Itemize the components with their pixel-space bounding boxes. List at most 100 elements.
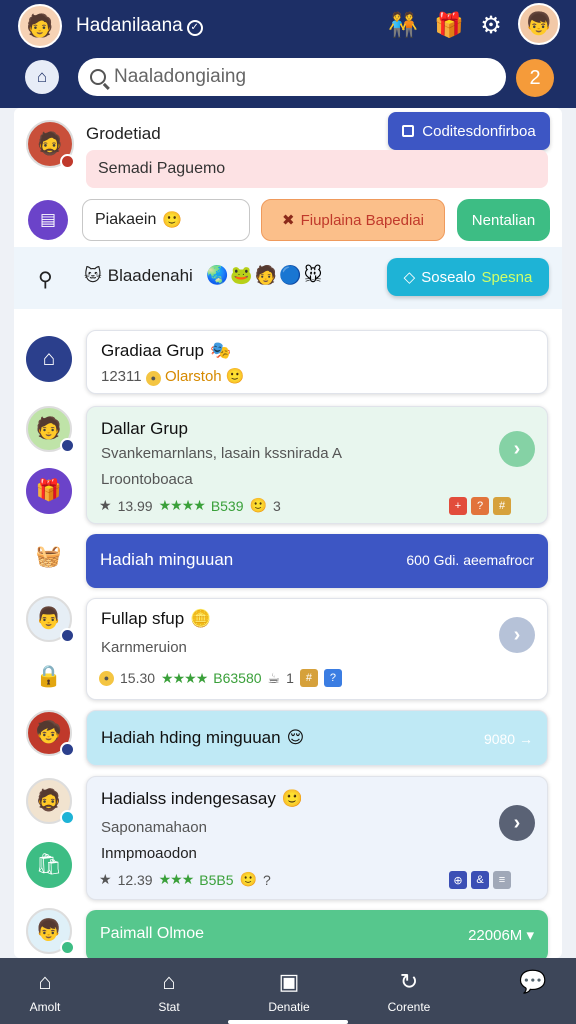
notification-badge[interactable]: 2: [516, 59, 554, 97]
coin-icon: 🪙: [190, 609, 212, 628]
coffee-icon: ☕: [267, 669, 281, 686]
coin-icon: 🙂: [249, 497, 267, 513]
stat-row: ★ 13.99 ★★★★ B539 🙂 3: [99, 497, 281, 514]
group-card[interactable]: Dallar Grup Svankemarnlans, lasain kssni…: [86, 406, 548, 524]
gift-box-icon[interactable]: 🎁: [26, 468, 72, 514]
profile-action-button[interactable]: Coditesdonfirboa: [388, 112, 550, 150]
reward-banner[interactable]: Paimall Olmoe 22006M ▾: [86, 910, 548, 958]
home-icon[interactable]: ⌂: [25, 60, 59, 94]
member-avatar[interactable]: 🧒: [26, 710, 75, 757]
weekly-reward-banner[interactable]: Hadiah minguuan 600 Gdi. aeemafrocr: [86, 534, 548, 588]
card-desc2: Lroontoboaca: [101, 471, 193, 488]
card-desc2: Inmpmoaodon: [101, 845, 197, 862]
smile-icon: 🙂: [225, 368, 245, 385]
top-bar: 🧑 Hadanilaana✓ 🧑‍🤝‍🧑 🎁 ⚙ 👦 ⌂ 2: [0, 0, 576, 108]
card-desc: Karnmeruion: [101, 639, 187, 656]
chip-label: Nentalian: [471, 211, 536, 229]
stat-row: ★ 12.39 ★★★ B5B5 🙂 ?: [99, 871, 271, 888]
status-bar[interactable]: Semadi Paguemo: [86, 150, 548, 188]
search-input[interactable]: [114, 66, 474, 88]
bag-icon[interactable]: 🛍: [26, 842, 72, 888]
grid-icon: ▣: [278, 969, 300, 994]
gear-icon[interactable]: ⚙: [474, 8, 508, 42]
smile-icon: 🙂: [281, 789, 304, 808]
chip-green[interactable]: Nentalian: [457, 199, 550, 241]
member-avatar[interactable]: 🧑: [26, 406, 75, 453]
nav-home[interactable]: ⌂ Amolt: [0, 968, 90, 1014]
home-icon: ⌂: [38, 969, 52, 994]
refresh-icon: ↻: [399, 969, 419, 994]
profile-avatar[interactable]: 👦: [518, 3, 560, 45]
profile-name: Grodetiad: [86, 124, 161, 143]
chevron-right-icon[interactable]: ›: [499, 617, 535, 653]
friend-avatars[interactable]: 🌏🐸🧑🔵🐭: [206, 265, 324, 286]
status-dot: [60, 438, 75, 453]
card-title: Hadialss indengesasay 🙂: [101, 789, 304, 808]
status-dot: [60, 810, 75, 825]
rating-stars: ★★★★: [161, 669, 208, 686]
profile-action-label: Coditesdonfirboa: [422, 122, 536, 140]
coin-icon: ●: [145, 370, 161, 386]
button-highlight: Spesna: [481, 268, 533, 286]
chip-label: Fiuplaina Bapediai: [300, 211, 424, 229]
weekly-reward-banner[interactable]: Hadiah hding minguuan 😌 9080 →: [86, 710, 548, 766]
card-title: Hadiah hding minguuan 😌: [101, 728, 305, 747]
member-avatar[interactable]: 👨: [26, 596, 75, 643]
friends-band: ⚲ 🐱 Blaadenahi 🌏🐸🧑🔵🐭 ◇ Sosealo Spesna: [14, 247, 562, 309]
nav-denatie[interactable]: ▣ Denatie: [244, 968, 334, 1014]
card-desc: Svankemarnlans, lasain kssnirada A: [101, 445, 342, 462]
lock-icon[interactable]: 🔒: [26, 654, 72, 700]
main-panel: 🧔 Grodetiad Coditesdonfirboa Semadi Pagu…: [14, 108, 562, 958]
card-desc: Saponamahaon: [101, 819, 207, 836]
group-card[interactable]: Fullap sfup 🪙 Karnmeruion ● 15.30 ★★★★ B63…: [86, 598, 548, 700]
smile-icon: 🙂: [162, 212, 183, 229]
nav-chat[interactable]: 💬: [488, 968, 576, 1000]
cross-icon: ✖: [282, 212, 295, 229]
nav-stat[interactable]: ⌂ Stat: [124, 968, 214, 1014]
stat-row: ● 15.30 ★★★★ B63580 ☕ 1 # ?: [99, 669, 342, 687]
bottom-nav: ⌂ Amolt ⌂ Stat ▣ Denatie ↻ Corente 💬: [0, 958, 576, 1024]
chevron-right-icon[interactable]: ›: [499, 431, 535, 467]
basket-icon[interactable]: 🧺: [26, 534, 72, 580]
verified-icon: ✓: [186, 20, 203, 36]
reward-value: 9080 →: [483, 731, 533, 747]
status-dot: [60, 628, 75, 643]
printer-icon[interactable]: ▤: [28, 200, 68, 240]
gift-icon[interactable]: 🎁: [432, 8, 466, 42]
reward-value: 22006M ▾: [468, 927, 534, 944]
chat-icon: 💬: [519, 969, 547, 994]
card-title: Fullap sfup 🪙: [101, 609, 212, 628]
house-icon[interactable]: ⌂: [26, 336, 72, 382]
group-card[interactable]: Hadialss indengesasay 🙂 Saponamahaon Inmp…: [86, 776, 548, 900]
friends-icon[interactable]: 🧑‍🤝‍🧑: [386, 8, 420, 42]
status-dot: [60, 742, 75, 757]
button-label: Sosealo: [421, 268, 476, 286]
status-text: Semadi Paguemo: [98, 160, 226, 177]
badge-icon: 🎭: [210, 341, 232, 360]
user-avatar[interactable]: 🧑: [18, 4, 62, 48]
tag-chips: + ? #: [449, 497, 511, 515]
reward-value: 600 Gdi. aeemafrocr: [406, 552, 534, 568]
tag-chips: ⊕ & ≡: [449, 871, 511, 889]
nav-corente[interactable]: ↻ Corente: [364, 968, 454, 1014]
group-card[interactable]: Gradiaa Grup 🎭 12311 ● Olarstoh 🙂: [86, 330, 548, 394]
member-avatar[interactable]: 🧔: [26, 778, 75, 825]
chip-piakaein[interactable]: Piakaein 🙂: [82, 199, 250, 241]
chip-label: Piakaein: [95, 211, 157, 228]
card-sub: 12311 ● Olarstoh 🙂: [101, 368, 245, 386]
chip-orange[interactable]: ✖ Fiuplaina Bapediai: [261, 199, 445, 241]
member-avatar[interactable]: 👦: [26, 908, 75, 955]
search-bar[interactable]: [78, 58, 506, 96]
card-title: Paimall Olmoe: [100, 925, 205, 942]
rating-stars: ★★★: [158, 871, 195, 887]
smile-icon: 😌: [286, 728, 305, 747]
chevron-right-icon[interactable]: ›: [499, 805, 535, 841]
card-title: Hadiah minguuan: [100, 550, 234, 569]
band-label: 🐱 Blaadenahi: [84, 266, 193, 285]
status-dot: [60, 940, 75, 955]
square-icon: [402, 125, 415, 137]
status-dot: [60, 154, 75, 169]
person-icon[interactable]: ⚲: [38, 267, 53, 292]
search-friends-button[interactable]: ◇ Sosealo Spesna: [387, 258, 549, 296]
house-icon: ⌂: [162, 969, 176, 994]
